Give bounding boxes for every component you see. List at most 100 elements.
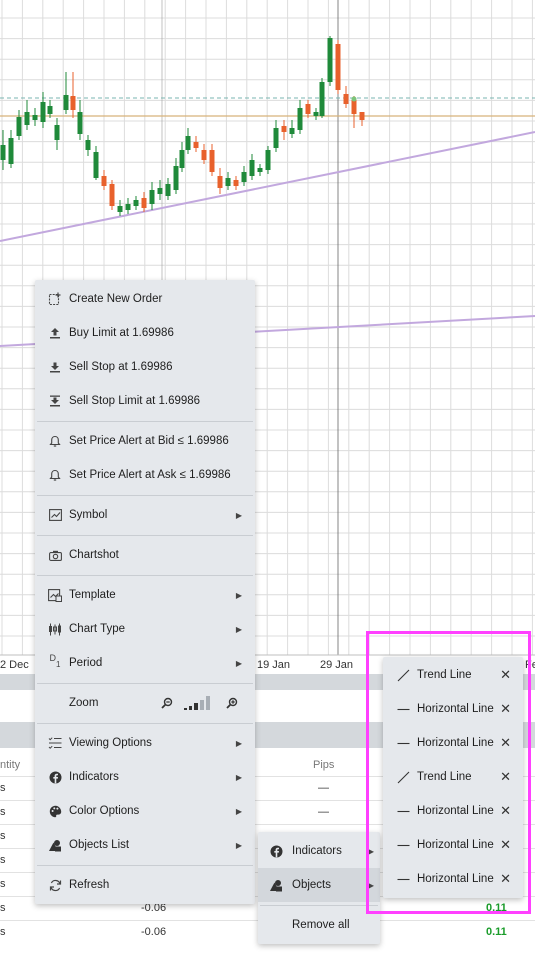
upload-arrow-icon bbox=[47, 325, 63, 341]
column-quantity[interactable]: ntity bbox=[0, 759, 20, 771]
submenu-arrow-icon: ▶ bbox=[235, 658, 242, 668]
current-price-marker bbox=[351, 96, 357, 102]
submenu-arrow-icon: ▶ bbox=[235, 590, 242, 600]
bullish-candle bbox=[241, 172, 247, 182]
table-cell-qty: s bbox=[0, 902, 6, 914]
bearish-candle bbox=[201, 150, 207, 160]
download-arrow-icon bbox=[47, 359, 63, 375]
color-options-item[interactable]: Color Options ▶ bbox=[35, 794, 255, 828]
submenu-arrow-icon: ▶ bbox=[235, 624, 242, 634]
menu-separator bbox=[37, 575, 253, 576]
bullish-candle bbox=[225, 178, 231, 186]
column-pips[interactable]: Pips bbox=[313, 759, 334, 771]
bearish-candle bbox=[281, 126, 287, 132]
bullish-candle bbox=[125, 204, 131, 210]
shapes-icon bbox=[47, 837, 63, 853]
menu-separator bbox=[37, 535, 253, 536]
x-axis-label-19jan: 19 Jan bbox=[257, 659, 291, 671]
bearish-candle bbox=[359, 112, 365, 120]
menu-separator bbox=[37, 723, 253, 724]
bullish-candle bbox=[249, 160, 255, 176]
bearish-candle bbox=[217, 176, 223, 188]
facebook-f-icon bbox=[47, 769, 63, 785]
indicators-item[interactable]: Indicators ▶ bbox=[35, 760, 255, 794]
bullish-candle bbox=[24, 112, 30, 125]
bullish-candle bbox=[47, 106, 53, 114]
bullish-candle bbox=[8, 138, 14, 164]
table-cell-qty: s bbox=[0, 782, 6, 794]
bell-icon bbox=[47, 433, 63, 449]
refresh-item[interactable]: Refresh bbox=[35, 868, 255, 902]
sell-stop-limit-icon bbox=[47, 393, 63, 409]
template-item[interactable]: Template ▶ bbox=[35, 578, 255, 612]
bearish-candle bbox=[209, 150, 215, 172]
x-axis-label-29jan: 29 Jan bbox=[320, 659, 354, 671]
price-alert-bid-item[interactable]: Set Price Alert at Bid ≤ 1.69986 bbox=[35, 424, 255, 458]
bullish-candle bbox=[179, 150, 185, 168]
bullish-candle bbox=[289, 128, 295, 134]
zoom-in-icon[interactable] bbox=[226, 697, 238, 712]
table-cell-qty: s bbox=[0, 854, 6, 866]
bullish-candle bbox=[313, 112, 319, 116]
bullish-candle bbox=[117, 206, 123, 212]
bullish-candle bbox=[185, 136, 191, 150]
table-cell-value: -0.06 bbox=[141, 926, 167, 938]
bullish-candle bbox=[16, 117, 22, 136]
menu-separator bbox=[37, 495, 253, 496]
bullish-candle bbox=[85, 140, 91, 150]
table-cell-qty: s bbox=[0, 830, 6, 842]
highlight-annotation bbox=[366, 631, 531, 914]
bullish-candle bbox=[165, 184, 171, 196]
bearish-candle bbox=[101, 176, 107, 186]
bearish-candle bbox=[233, 180, 239, 186]
chart-context-menu: Create New Order Buy Limit at 1.69986 Se… bbox=[35, 280, 255, 904]
symbol-item[interactable]: Symbol ▶ bbox=[35, 498, 255, 532]
period-item[interactable]: D1 Period ▶ bbox=[35, 646, 255, 680]
bullish-candle bbox=[63, 95, 69, 110]
table-cell-qty: s bbox=[0, 806, 6, 818]
menu-separator bbox=[37, 865, 253, 866]
bullish-candle bbox=[257, 168, 263, 172]
price-alert-ask-item[interactable]: Set Price Alert at Ask ≤ 1.69986 bbox=[35, 458, 255, 492]
remove-all-item[interactable]: Remove all bbox=[258, 908, 380, 942]
bullish-candle bbox=[273, 128, 279, 148]
chart-type-item[interactable]: Chart Type ▶ bbox=[35, 612, 255, 646]
viewing-options-item[interactable]: Viewing Options ▶ bbox=[35, 726, 255, 760]
zoom-out-icon[interactable] bbox=[161, 697, 173, 712]
submenu-arrow-icon: ▶ bbox=[235, 772, 242, 782]
candlestick-icon bbox=[47, 621, 63, 637]
bullish-candle bbox=[173, 166, 179, 190]
bearish-candle bbox=[335, 44, 341, 90]
table-cell-qty: s bbox=[0, 926, 6, 938]
bullish-candle bbox=[327, 38, 333, 82]
objects-list-submenu: Indicators ▶ Objects ▶ Remove all bbox=[258, 832, 380, 944]
template-icon bbox=[47, 587, 63, 603]
submenu-objects-item[interactable]: Objects ▶ bbox=[258, 868, 380, 902]
table-cell-pips: 0.11 bbox=[486, 926, 507, 938]
sell-stop-item[interactable]: Sell Stop at 1.69986 bbox=[35, 350, 255, 384]
submenu-arrow-icon: ▶ bbox=[235, 738, 242, 748]
menu-separator bbox=[37, 421, 253, 422]
bearish-candle bbox=[109, 184, 115, 206]
sell-stop-limit-item[interactable]: Sell Stop Limit at 1.69986 bbox=[35, 384, 255, 418]
create-new-order-item[interactable]: Create New Order bbox=[35, 282, 255, 316]
bullish-candle bbox=[149, 190, 155, 204]
submenu-arrow-icon: ▶ bbox=[235, 840, 242, 850]
bearish-candle bbox=[305, 104, 311, 114]
x-axis-label-2dec: 2 Dec bbox=[0, 659, 29, 671]
chartshot-item[interactable]: Chartshot bbox=[35, 538, 255, 572]
menu-separator bbox=[260, 905, 378, 906]
zoom-level-indicator[interactable] bbox=[184, 696, 216, 713]
bullish-candle bbox=[0, 145, 6, 160]
bearish-candle bbox=[351, 100, 357, 114]
objects-list-item[interactable]: Objects List ▶ bbox=[35, 828, 255, 862]
camera-icon bbox=[47, 547, 63, 563]
new-order-icon bbox=[47, 291, 63, 307]
submenu-indicators-item[interactable]: Indicators ▶ bbox=[258, 834, 380, 868]
submenu-arrow-icon: ▶ bbox=[235, 806, 242, 816]
shapes-icon bbox=[268, 877, 284, 893]
bullish-candle bbox=[297, 108, 303, 130]
table-cell-pips: — bbox=[318, 806, 329, 818]
bullish-candle bbox=[133, 200, 139, 206]
buy-limit-item[interactable]: Buy Limit at 1.69986 bbox=[35, 316, 255, 350]
